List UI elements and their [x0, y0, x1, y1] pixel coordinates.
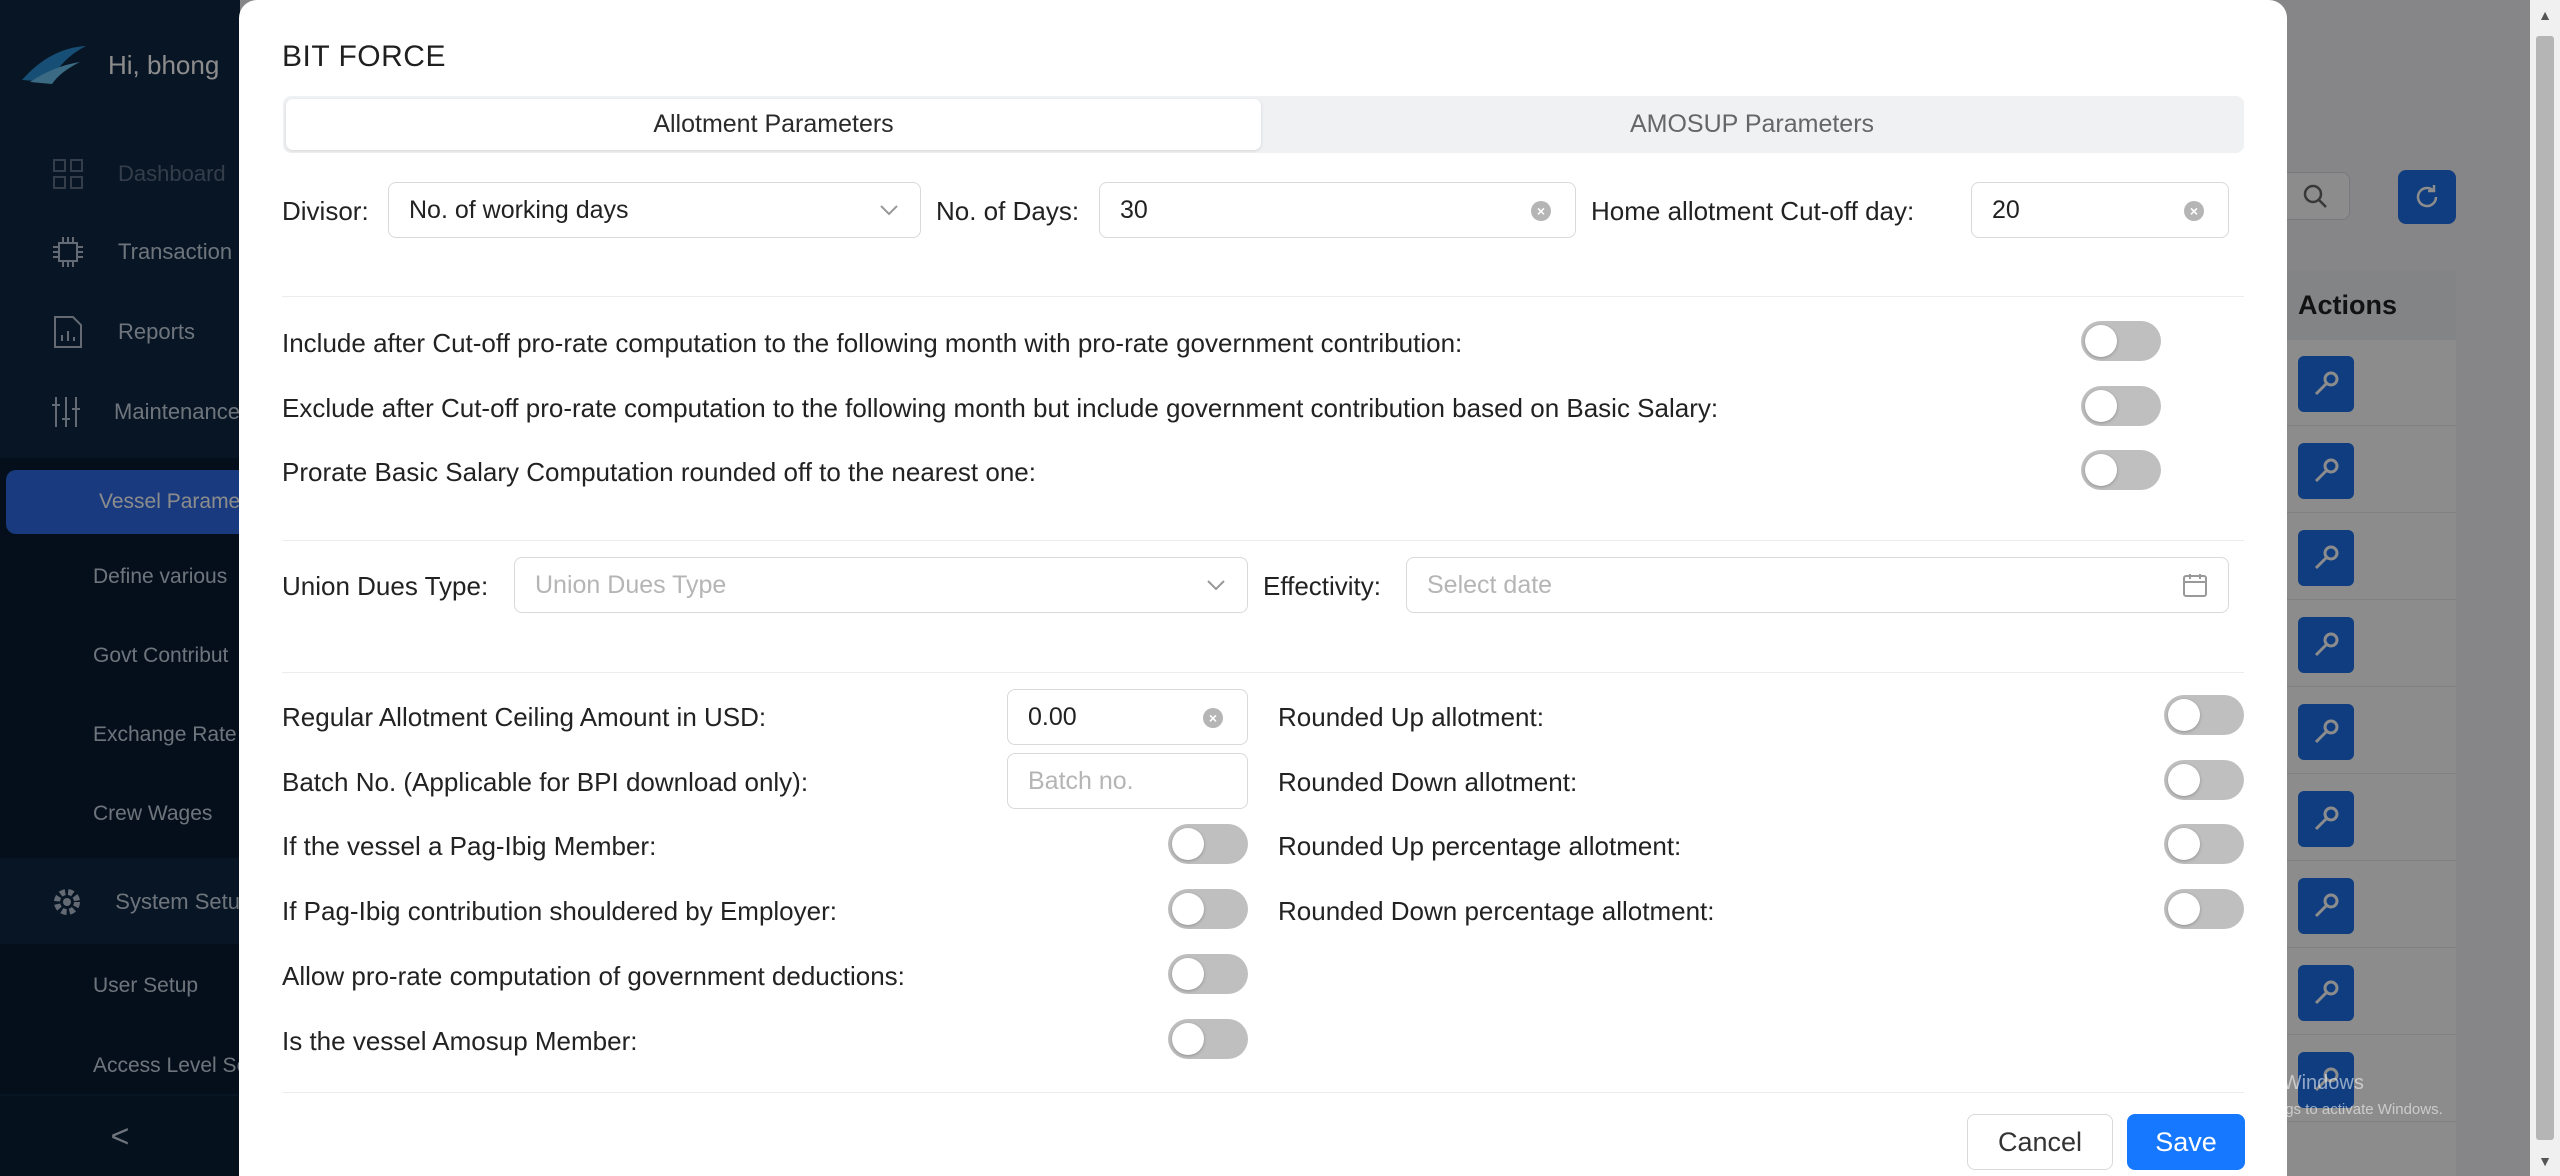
switch-knob [1172, 828, 1204, 860]
ceiling-amount-input[interactable]: 0.00 × [1007, 689, 1248, 745]
effectivity-label: Effectivity: [1263, 571, 1382, 601]
section-divider [282, 540, 2244, 541]
switch-knob [2168, 699, 2200, 731]
cancel-button[interactable]: Cancel [1967, 1114, 2113, 1170]
divisor-label: Divisor: [282, 196, 369, 226]
right_toggles-label: Rounded Down percentage allotment: [1278, 896, 1715, 926]
left-toggles-switch[interactable] [1168, 1019, 1248, 1059]
footer-divider [282, 1092, 2244, 1093]
effectivity-date-picker[interactable]: Select date [1406, 557, 2229, 613]
cutoff-day-label: Home allotment Cut-off day: [1591, 196, 1915, 226]
no-of-days-label: No. of Days: [936, 196, 1080, 226]
clear-icon[interactable]: × [1203, 708, 1223, 728]
no-of-days-input[interactable]: 30 × [1099, 182, 1576, 238]
computation_toggles-label: Prorate Basic Salary Computation rounded… [282, 457, 1036, 487]
switch-knob [2085, 454, 2117, 486]
effectivity-placeholder: Select date [1427, 570, 1553, 599]
left-toggles-switch[interactable] [1168, 954, 1248, 994]
save-button[interactable]: Save [2127, 1114, 2245, 1170]
switch-knob [2085, 390, 2117, 422]
batch-no-input[interactable]: Batch no. [1007, 753, 1248, 809]
cutoff-day-input[interactable]: 20 × [1971, 182, 2229, 238]
page-scrollbar[interactable]: ▲ ▼ [2530, 0, 2560, 1176]
right-toggles-switch[interactable] [2164, 889, 2244, 929]
modal-title: BIT FORCE [282, 40, 446, 73]
computation-toggles-switch[interactable] [2081, 321, 2161, 361]
tab-allotment-parameters[interactable]: Allotment Parameters [286, 99, 1261, 150]
switch-knob [2168, 893, 2200, 925]
section-divider [282, 672, 2244, 673]
switch-knob [2085, 325, 2117, 357]
calendar-icon [2183, 574, 2207, 597]
tab-amosup-parameters[interactable]: AMOSUP Parameters [1263, 99, 2241, 150]
right-toggles-switch[interactable] [2164, 760, 2244, 800]
scrollbar-thumb[interactable] [2536, 36, 2554, 1140]
clear-icon[interactable]: × [2184, 201, 2204, 221]
batch-label: Batch No. (Applicable for BPI download o… [282, 767, 809, 797]
switch-knob [2168, 764, 2200, 796]
parameter-tabs: Allotment Parameters AMOSUP Parameters [283, 96, 2244, 153]
right-toggles-switch[interactable] [2164, 824, 2244, 864]
left-toggles-switch[interactable] [1168, 889, 1248, 929]
left_toggles-label: If the vessel a Pag-Ibig Member: [282, 831, 657, 861]
computation-toggles-switch[interactable] [2081, 386, 2161, 426]
batch-no-placeholder: Batch no. [1028, 766, 1134, 795]
computation_toggles-label: Exclude after Cut-off pro-rate computati… [282, 393, 1719, 423]
union-dues-select[interactable]: Union Dues Type [514, 557, 1248, 613]
union-dues-placeholder: Union Dues Type [535, 570, 727, 599]
vessel-parameters-modal: BIT FORCE Allotment Parameters AMOSUP Pa… [239, 0, 2287, 1176]
switch-knob [2168, 828, 2200, 860]
switch-knob [1172, 1023, 1204, 1055]
chevron-down-icon [1207, 580, 1225, 591]
no-of-days-value: 30 [1120, 195, 1148, 224]
ceiling-label: Regular Allotment Ceiling Amount in USD: [282, 702, 767, 732]
left_toggles-label: If Pag-Ibig contribution shouldered by E… [282, 896, 837, 926]
scroll-up-icon[interactable]: ▲ [2530, 0, 2560, 30]
right-toggles-switch[interactable] [2164, 695, 2244, 735]
left_toggles-label: Allow pro-rate computation of government… [282, 961, 905, 991]
left_toggles-label: Is the vessel Amosup Member: [282, 1026, 638, 1056]
divisor-value: No. of working days [409, 195, 629, 224]
right_toggles-label: Rounded Up allotment: [1278, 702, 1544, 732]
left-toggles-switch[interactable] [1168, 824, 1248, 864]
scroll-down-icon[interactable]: ▼ [2530, 1146, 2560, 1176]
ceiling-amount-value: 0.00 [1028, 702, 1077, 731]
divisor-select[interactable]: No. of working days [388, 182, 921, 238]
switch-knob [1172, 958, 1204, 990]
switch-knob [1172, 893, 1204, 925]
computation-toggles-switch[interactable] [2081, 450, 2161, 490]
right_toggles-label: Rounded Down allotment: [1278, 767, 1578, 797]
union-dues-label: Union Dues Type: [282, 571, 489, 601]
section-divider [282, 296, 2244, 297]
chevron-down-icon [880, 205, 898, 216]
right_toggles-label: Rounded Up percentage allotment: [1278, 831, 1682, 861]
computation_toggles-label: Include after Cut-off pro-rate computati… [282, 328, 1463, 358]
clear-icon[interactable]: × [1531, 201, 1551, 221]
cutoff-day-value: 20 [1992, 195, 2020, 224]
